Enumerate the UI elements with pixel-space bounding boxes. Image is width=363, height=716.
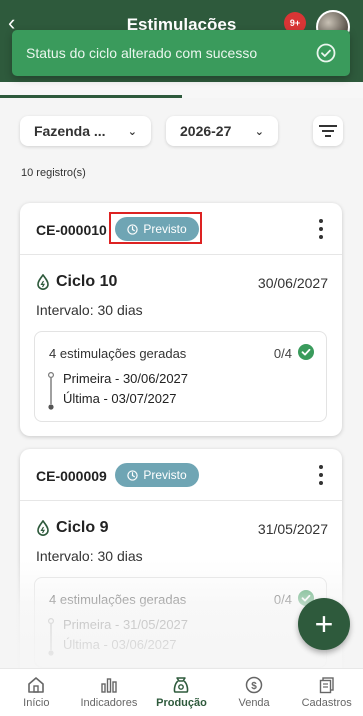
- card-header: CE-000009 Previsto: [20, 449, 342, 501]
- nav-label: Produção: [156, 697, 207, 709]
- timeline-icon: [48, 372, 54, 410]
- bar-chart-icon: [101, 678, 117, 693]
- home-icon: [28, 677, 45, 693]
- stimulations-box: 4 estimulações geradas 0/4 Primeira - 31…: [34, 577, 327, 668]
- stimulations-progress: 0/4: [273, 346, 292, 361]
- clock-icon: [127, 469, 138, 481]
- nav-label: Indicadores: [80, 697, 138, 709]
- nav-item-producao[interactable]: Produção: [145, 669, 218, 716]
- check-circle-icon[interactable]: [316, 43, 336, 63]
- status-label: Previsto: [143, 222, 187, 236]
- filter-icon: [319, 125, 337, 137]
- cycle-date: 31/05/2027: [257, 521, 328, 537]
- status-badge[interactable]: Previsto: [115, 463, 199, 487]
- cycle-date: 30/06/2027: [257, 275, 328, 291]
- status-label: Previsto: [143, 468, 187, 482]
- cycle-name: Ciclo 10: [56, 273, 118, 290]
- year-filter[interactable]: 2026-27 ⌄: [166, 116, 278, 146]
- cycle-name: Ciclo 9: [56, 519, 109, 536]
- svg-text:$: $: [251, 681, 257, 692]
- farm-filter-label: Fazenda ...: [34, 123, 106, 139]
- cycle-interval: Intervalo: 30 dias: [36, 302, 143, 318]
- timeline-icon: [48, 618, 54, 656]
- nav-item-cadastros[interactable]: Cadastros: [290, 669, 363, 716]
- year-filter-label: 2026-27: [180, 123, 232, 139]
- farm-filter[interactable]: Fazenda ... ⌄: [20, 116, 151, 146]
- chevron-down-icon: ⌄: [254, 125, 264, 138]
- stimulations-title: 4 estimulações geradas: [49, 592, 187, 607]
- cycle-card[interactable]: CE-000010 Previsto Ciclo 10 30/06/2027 I…: [20, 203, 342, 436]
- stimulations-box: 4 estimulações geradas 0/4 Primeira - 30…: [34, 331, 327, 422]
- more-options-icon[interactable]: [318, 219, 324, 239]
- clock-icon: [127, 223, 138, 235]
- active-tab-indicator: [0, 95, 182, 98]
- bottom-navigation: Início Indicadores Produção $ Venda Cada…: [0, 668, 363, 716]
- cycle-code: CE-000009: [36, 468, 107, 484]
- last-stimulation: Última - 03/06/2027: [63, 637, 177, 652]
- filter-button[interactable]: [313, 116, 343, 146]
- stimulations-title: 4 estimulações geradas: [49, 346, 187, 361]
- card-header: CE-000010 Previsto: [20, 203, 342, 255]
- cycle-code: CE-000010: [36, 222, 107, 238]
- cycle-title: Ciclo 9: [36, 519, 108, 537]
- first-stimulation: Primeira - 30/06/2027: [63, 371, 189, 386]
- success-toast: Status do ciclo alterado com sucesso: [12, 30, 350, 76]
- nav-label: Cadastros: [301, 697, 352, 709]
- nav-item-venda[interactable]: $ Venda: [218, 669, 291, 716]
- add-button[interactable]: +: [298, 598, 350, 650]
- drop-icon: [37, 274, 49, 290]
- nav-item-indicadores[interactable]: Indicadores: [73, 669, 146, 716]
- document-icon: [319, 677, 334, 694]
- cycle-title: Ciclo 10: [36, 273, 117, 291]
- check-circle-icon: [298, 344, 314, 360]
- production-icon: [174, 677, 189, 693]
- drop-icon: [37, 520, 49, 536]
- cycle-interval: Intervalo: 30 dias: [36, 548, 143, 564]
- nav-item-inicio[interactable]: Início: [0, 669, 73, 716]
- toast-message: Status do ciclo alterado com sucesso: [26, 45, 258, 61]
- stimulations-progress: 0/4: [273, 592, 292, 607]
- nav-label: Início: [23, 697, 50, 709]
- chevron-down-icon: ⌄: [127, 125, 137, 138]
- status-badge[interactable]: Previsto: [115, 217, 199, 241]
- first-stimulation: Primeira - 31/05/2027: [63, 617, 189, 632]
- records-count: 10 registro(s): [21, 167, 86, 179]
- dollar-icon: $: [245, 676, 263, 694]
- nav-label: Venda: [238, 697, 270, 709]
- more-options-icon[interactable]: [318, 465, 324, 485]
- last-stimulation: Última - 03/07/2027: [63, 391, 177, 406]
